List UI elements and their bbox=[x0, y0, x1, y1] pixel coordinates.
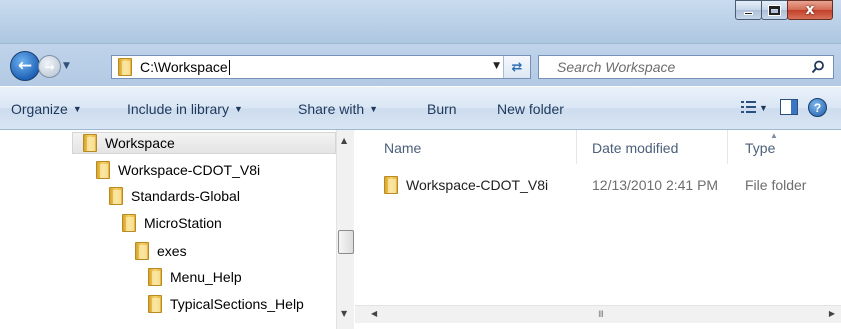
file-list-pane: Name Date modified ▲ Type Workspace-CDOT… bbox=[355, 130, 841, 329]
scroll-up-icon[interactable]: ▲ bbox=[341, 136, 347, 145]
search-input[interactable] bbox=[557, 57, 807, 77]
back-arrow-icon: ← bbox=[17, 56, 33, 76]
folder-icon bbox=[96, 161, 110, 179]
tree-item-label: Standards-Global bbox=[131, 188, 240, 204]
column-header-type[interactable]: ▲ Type bbox=[728, 130, 841, 164]
scrollbar-thumb[interactable] bbox=[338, 230, 354, 254]
tree-item-menu-help[interactable]: Menu_Help bbox=[148, 266, 242, 288]
column-header-name[interactable]: Name bbox=[355, 130, 577, 164]
scroll-right-icon[interactable]: ▶ bbox=[829, 309, 835, 318]
address-path[interactable]: C:\Workspace bbox=[140, 59, 228, 75]
tree-item-typicalsections-help[interactable]: TypicalSections_Help bbox=[148, 293, 304, 315]
folder-icon bbox=[109, 187, 123, 205]
tree-item-label: Menu_Help bbox=[170, 269, 242, 285]
column-header-type-label: Type bbox=[745, 140, 776, 156]
file-row[interactable]: Workspace-CDOT_V8i bbox=[384, 174, 548, 196]
organize-label: Organize bbox=[11, 101, 68, 117]
tree-item-label: TypicalSections_Help bbox=[170, 296, 304, 312]
close-button[interactable]: x bbox=[787, 0, 833, 20]
tree-item-label: Workspace bbox=[105, 135, 175, 151]
maximize-icon bbox=[769, 5, 780, 15]
include-in-library-label: Include in library bbox=[127, 101, 229, 117]
folder-icon bbox=[135, 242, 149, 260]
folder-icon bbox=[122, 214, 136, 232]
tree-item-workspace[interactable]: Workspace bbox=[72, 132, 336, 154]
minimize-icon bbox=[744, 11, 753, 15]
forward-arrow-icon: → bbox=[44, 59, 55, 74]
view-options-icon[interactable] bbox=[741, 100, 757, 114]
tree-item-label: MicroStation bbox=[144, 215, 222, 231]
folder-icon bbox=[118, 58, 132, 76]
tree-item-microstation[interactable]: MicroStation bbox=[122, 212, 222, 234]
nav-vertical-scrollbar[interactable]: ▲ ▼ bbox=[336, 130, 354, 329]
burn-button[interactable]: Burn bbox=[427, 101, 457, 117]
maximize-button[interactable] bbox=[761, 0, 788, 20]
tree-item-exes[interactable]: exes bbox=[135, 240, 187, 262]
back-button[interactable]: ← bbox=[10, 51, 40, 81]
share-with-menu[interactable]: Share with ▼ bbox=[298, 101, 378, 117]
command-bar: Organize ▼ Include in library ▼ Share with… bbox=[0, 86, 841, 130]
navigation-pane: Workspace Workspace-CDOT_V8i Standards-G… bbox=[0, 130, 336, 329]
content-horizontal-scrollbar[interactable]: ◀ III ▶ bbox=[355, 305, 841, 323]
address-dropdown-icon[interactable]: ▼ bbox=[493, 61, 500, 71]
scrollbar-grip[interactable]: III bbox=[598, 310, 604, 320]
folder-icon bbox=[83, 134, 97, 152]
help-icon[interactable]: ? bbox=[808, 98, 827, 117]
file-date-modified: 12/13/2010 2:41 PM bbox=[592, 177, 719, 193]
title-bar: x bbox=[0, 0, 841, 44]
folder-icon bbox=[148, 268, 162, 286]
forward-button[interactable]: → bbox=[38, 55, 61, 78]
sort-ascending-icon: ▲ bbox=[770, 131, 778, 140]
recent-pages-dropdown[interactable]: ▼ bbox=[63, 61, 70, 71]
scroll-down-icon[interactable]: ▼ bbox=[341, 309, 347, 318]
column-header-date-modified[interactable]: Date modified bbox=[577, 130, 728, 164]
scroll-left-icon[interactable]: ◀ bbox=[371, 309, 377, 318]
include-in-library-menu[interactable]: Include in library ▼ bbox=[127, 101, 243, 117]
tree-item-workspace-cdot-v8i[interactable]: Workspace-CDOT_V8i bbox=[96, 159, 260, 181]
refresh-button[interactable]: ⇄ bbox=[503, 56, 530, 78]
file-name: Workspace-CDOT_V8i bbox=[406, 177, 549, 193]
window-controls: x bbox=[735, 0, 833, 22]
chevron-down-icon: ▼ bbox=[72, 104, 82, 114]
close-icon: x bbox=[805, 2, 815, 18]
address-bar[interactable]: C:\Workspace ▼ ⇄ bbox=[111, 55, 531, 79]
tree-item-label: Workspace-CDOT_V8i bbox=[118, 162, 261, 178]
tree-item-label: exes bbox=[157, 243, 187, 259]
address-row: ← → ▼ C:\Workspace ▼ ⇄ bbox=[0, 44, 841, 86]
search-box[interactable] bbox=[538, 55, 834, 79]
organize-menu[interactable]: Organize ▼ bbox=[11, 101, 82, 117]
preview-pane-icon[interactable] bbox=[780, 99, 798, 115]
view-options-dropdown[interactable]: ▼ bbox=[759, 103, 768, 113]
share-with-label: Share with bbox=[298, 101, 365, 117]
new-folder-button[interactable]: New folder bbox=[497, 101, 564, 117]
tree-item-standards-global[interactable]: Standards-Global bbox=[109, 185, 240, 207]
folder-icon bbox=[384, 176, 398, 194]
minimize-button[interactable] bbox=[735, 0, 762, 20]
chevron-down-icon: ▼ bbox=[233, 104, 243, 114]
file-type: File folder bbox=[745, 177, 807, 193]
text-caret bbox=[228, 59, 230, 75]
folder-icon bbox=[148, 295, 162, 313]
chevron-down-icon: ▼ bbox=[369, 104, 379, 114]
search-icon[interactable] bbox=[811, 60, 825, 74]
refresh-icon: ⇄ bbox=[511, 59, 523, 75]
